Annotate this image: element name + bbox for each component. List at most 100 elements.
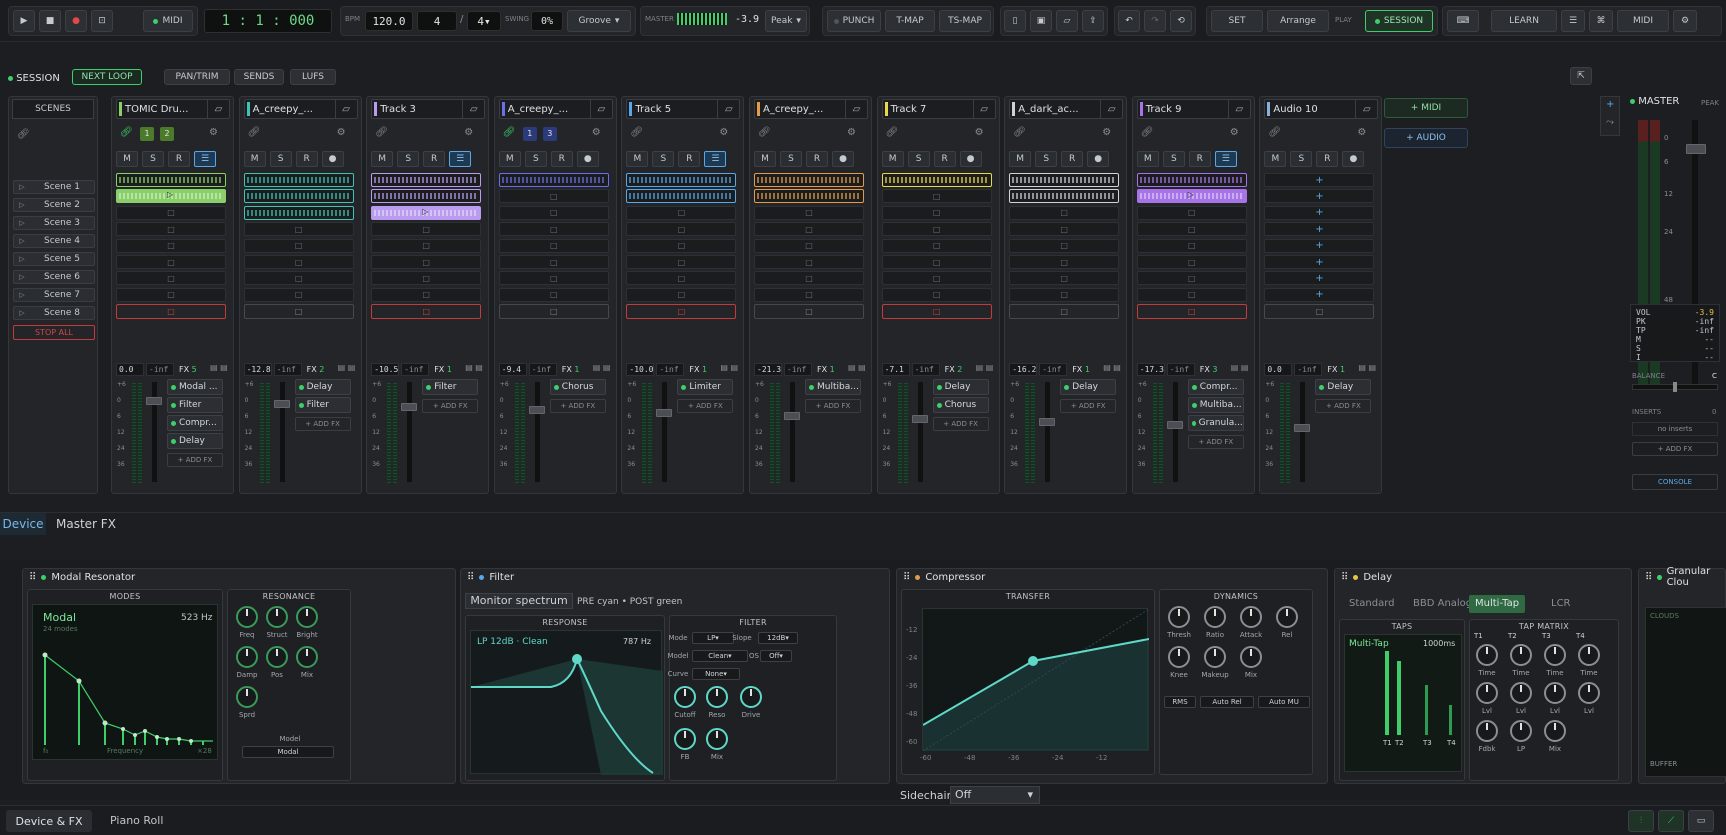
tap-matrix-knob[interactable]	[1578, 682, 1600, 704]
track-header[interactable]: Track 9 ▱	[1136, 99, 1251, 119]
drag-handle-icon[interactable]: ⠿	[903, 572, 910, 583]
clip-slot[interactable]	[626, 173, 737, 187]
volume-readout[interactable]: -10.0	[626, 363, 655, 376]
tab-device-fx[interactable]: Device & FX	[6, 810, 92, 832]
link-icon[interactable]: 🔗︎	[1268, 127, 1281, 138]
add-fx-button[interactable]: + ADD FX	[549, 399, 606, 413]
empty-slot[interactable]: □	[881, 255, 992, 269]
set-button[interactable]: SET	[1211, 10, 1263, 32]
fx-slot[interactable]: Chorus	[549, 379, 606, 395]
tab-piano-roll[interactable]: Piano Roll	[110, 814, 163, 827]
link-icon[interactable]: 🔗︎	[503, 127, 516, 138]
midi-settings-button[interactable]: MIDI	[1617, 10, 1669, 32]
clip-slot[interactable]	[371, 189, 482, 204]
record-arm-button[interactable]: ●	[959, 151, 982, 167]
clip-stop-button[interactable]: □	[1264, 304, 1375, 319]
add-fx-button[interactable]: + ADD FX	[805, 399, 861, 413]
fx-tools-icon[interactable]: ▤ ▤	[848, 363, 866, 372]
clip-slot[interactable]	[1136, 173, 1247, 187]
master-fader-handle[interactable]	[1686, 144, 1706, 154]
play-icon[interactable]: ▷	[14, 201, 30, 209]
fx-slot[interactable]: Multiba...	[805, 379, 861, 395]
add-fx-button[interactable]: + ADD FX	[1315, 399, 1372, 413]
volume-readout[interactable]: -17.3	[1136, 363, 1165, 376]
volume-fader[interactable]	[279, 382, 285, 482]
clip-slot[interactable]: ▷	[1136, 189, 1247, 204]
m-button[interactable]: M	[1136, 151, 1159, 167]
clip-stop-button[interactable]: □	[626, 304, 737, 319]
r-button[interactable]: R	[1061, 151, 1084, 167]
play-button[interactable]: ▶	[13, 10, 35, 32]
clip-slot[interactable]: ▷	[371, 205, 482, 220]
clip-slot[interactable]: ▷	[116, 189, 226, 204]
new-file-icon[interactable]: ▯	[1004, 10, 1026, 32]
scene-row[interactable]: ▷ Scene 8	[13, 306, 95, 320]
group-badge[interactable]: 1	[522, 127, 537, 141]
delay-tab[interactable]: BBD Analog	[1407, 595, 1478, 613]
empty-slot[interactable]: □	[371, 238, 482, 253]
tab-device[interactable]: Device	[0, 513, 46, 535]
group-badge[interactable]: 3	[542, 127, 557, 141]
resonance-knob[interactable]	[236, 606, 258, 628]
dynamics-knob[interactable]	[1240, 646, 1262, 668]
empty-slot[interactable]: □	[1009, 222, 1120, 237]
track-header[interactable]: Track 3 ▱	[371, 99, 486, 119]
empty-slot[interactable]: □	[243, 287, 354, 302]
fader-handle[interactable]	[1166, 421, 1183, 429]
empty-slot[interactable]: □	[881, 222, 992, 237]
learn-button[interactable]: LEARN	[1491, 10, 1557, 32]
s-button[interactable]: S	[1162, 151, 1185, 167]
resonance-knob[interactable]	[296, 646, 318, 668]
session-button[interactable]: SESSION	[1365, 10, 1433, 32]
fx-slot[interactable]: Limiter	[677, 379, 734, 395]
filter-knob[interactable]	[674, 728, 696, 750]
fx-slot[interactable]: Compr...	[167, 415, 223, 431]
drag-handle-icon[interactable]: ⠿	[29, 572, 36, 583]
empty-slot[interactable]: □	[1136, 238, 1247, 253]
s-button[interactable]: S	[652, 151, 675, 167]
add-fx-button[interactable]: + ADD FX	[677, 399, 734, 413]
gear-icon[interactable]: ⚙	[464, 127, 473, 138]
empty-slot[interactable]: □	[626, 222, 737, 237]
s-button[interactable]: S	[1290, 151, 1313, 167]
sig-denominator[interactable]: 4 ▾	[467, 11, 501, 31]
gear-icon[interactable]: ⚙	[847, 127, 856, 138]
gear-icon[interactable]: ⚙	[209, 127, 218, 138]
auto-rel-button[interactable]: Auto Rel	[1200, 696, 1254, 708]
fx-tools-icon[interactable]: ▤ ▤	[465, 363, 483, 372]
empty-slot[interactable]: □	[881, 271, 992, 286]
empty-slot[interactable]: □	[881, 287, 992, 302]
sidechain-select[interactable]: Off ▾	[950, 786, 1040, 804]
m-button[interactable]: M	[1264, 151, 1287, 167]
fx-slot[interactable]: Chorus	[932, 397, 989, 413]
tap-matrix-knob[interactable]	[1544, 644, 1566, 666]
fx-slot[interactable]: Delay	[167, 433, 223, 449]
m-button[interactable]: M	[498, 151, 521, 167]
scene-row[interactable]: ▷ Scene 5	[13, 252, 95, 266]
rms-button[interactable]: RMS	[1164, 696, 1196, 708]
volume-fader[interactable]	[1300, 382, 1306, 482]
gear-icon[interactable]: ⚙	[337, 127, 346, 138]
m-button[interactable]: M	[116, 151, 138, 167]
next-loop-button[interactable]: NEXT LOOP	[72, 69, 142, 85]
play-icon[interactable]: ▷	[14, 237, 30, 245]
volume-readout[interactable]: -12.8	[243, 363, 272, 376]
fx-slot[interactable]: Multiba...	[1187, 397, 1244, 413]
empty-slot[interactable]: □	[1009, 205, 1120, 220]
volume-fader[interactable]	[662, 382, 668, 482]
record-arm-button[interactable]: ●	[321, 151, 344, 167]
empty-slot[interactable]: □	[626, 255, 737, 269]
clip-stop-button[interactable]: □	[1136, 304, 1247, 319]
curve-select[interactable]: None ▾	[692, 668, 740, 680]
fader-handle[interactable]	[784, 412, 800, 420]
fader-handle[interactable]	[1039, 418, 1056, 426]
export-icon[interactable]: ⇪	[1082, 10, 1104, 32]
record-button[interactable]: ●	[65, 10, 87, 32]
model-select[interactable]: Modal	[242, 746, 334, 758]
add-fx-button[interactable]: + ADD FX	[294, 417, 351, 431]
empty-slot[interactable]: □	[881, 238, 992, 253]
volume-readout[interactable]: -9.4	[498, 363, 527, 376]
fader-handle[interactable]	[401, 403, 418, 411]
tsmap-button[interactable]: TS-MAP	[939, 10, 991, 32]
resonance-knob[interactable]	[236, 686, 258, 708]
